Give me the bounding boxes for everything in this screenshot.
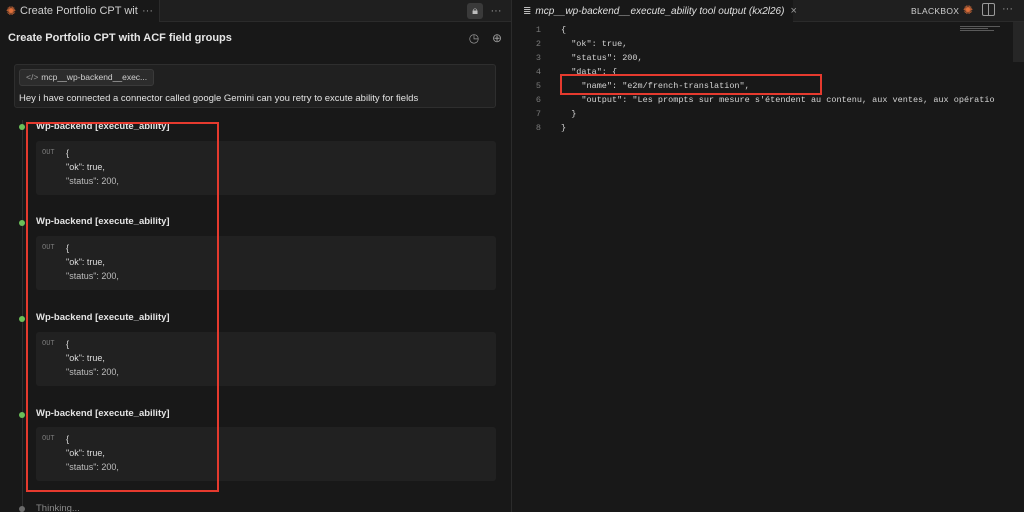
user-message-text: Hey i have connected a connector called …	[19, 93, 419, 104]
more-icon[interactable]: ···	[488, 3, 504, 19]
app-window: ✺ Create Portfolio CPT wit... ··· 🔒︎ ···…	[0, 0, 1024, 512]
code-line: "status": 200,	[561, 53, 643, 63]
tab-more-icon[interactable]: ···	[142, 5, 153, 17]
line-number: 4	[535, 67, 541, 77]
status-dot	[19, 316, 25, 322]
code-line: "ok": true,	[561, 39, 628, 49]
tab-chat[interactable]: ✺ Create Portfolio CPT wit... ···	[0, 0, 160, 22]
line-number: 1	[535, 25, 541, 35]
line-number: 8	[535, 123, 541, 133]
line-number: 6	[535, 95, 541, 105]
status-dot	[19, 124, 25, 130]
context-chip[interactable]: </> mcp__wp-backend__exec...	[19, 69, 155, 86]
tab-tool-output[interactable]: ≣ mcp__wp-backend__execute_ability tool …	[513, 0, 797, 22]
brand-label: BLACKBOX	[911, 6, 960, 16]
blackbox-spark-icon[interactable]: ✺	[963, 3, 973, 17]
pending-dot	[19, 506, 25, 512]
code-line: {	[561, 25, 567, 35]
more-icon[interactable]: ···	[1002, 3, 1013, 15]
close-icon[interactable]: ×	[790, 5, 796, 17]
blackbox-spark-icon: ✺	[6, 4, 17, 18]
highlight-annotation	[26, 122, 219, 492]
tab-title: Create Portfolio CPT wit...	[20, 5, 138, 17]
tab-title: mcp__wp-backend__execute_ability tool ou…	[535, 5, 785, 17]
chat-title: Create Portfolio CPT with ACF field grou…	[8, 32, 232, 44]
line-number: 2	[535, 39, 541, 49]
line-number: 3	[535, 53, 541, 63]
left-tab-bar: ✺ Create Portfolio CPT wit... ··· 🔒︎ ···	[0, 0, 511, 22]
minimap[interactable]	[960, 26, 1000, 34]
code-editor[interactable]: 1 { 2 "ok": true, 3 "status": 200, 4 "da…	[513, 22, 1024, 512]
line-number: 5	[535, 81, 541, 91]
code-line: }	[561, 109, 577, 119]
thinking-status: Thinking...	[36, 503, 80, 512]
file-icon: ≣	[523, 5, 532, 17]
code-icon: </>	[26, 72, 39, 82]
new-chat-icon[interactable]: ⊕	[489, 30, 505, 46]
split-editor-icon[interactable]	[982, 3, 995, 16]
code-line: "output": "Les prompts sur mesure s'éten…	[561, 95, 995, 105]
lock-icon[interactable]: 🔒︎	[467, 3, 483, 19]
chat-header: Create Portfolio CPT with ACF field grou…	[0, 26, 511, 52]
line-number: 7	[535, 109, 541, 119]
highlight-annotation	[560, 74, 822, 95]
status-dot	[19, 220, 25, 226]
right-tab-bar: ≣ mcp__wp-backend__execute_ability tool …	[513, 0, 1024, 22]
chat-pane: ✺ Create Portfolio CPT wit... ··· 🔒︎ ···…	[0, 0, 512, 512]
user-message: </> mcp__wp-backend__exec... Hey i have c…	[14, 64, 496, 108]
status-dot	[19, 412, 25, 418]
code-line: }	[561, 123, 567, 133]
history-icon[interactable]: ◷	[466, 30, 482, 46]
scrollbar[interactable]	[1013, 22, 1024, 62]
context-chip-label: mcp__wp-backend__exec...	[41, 72, 148, 82]
